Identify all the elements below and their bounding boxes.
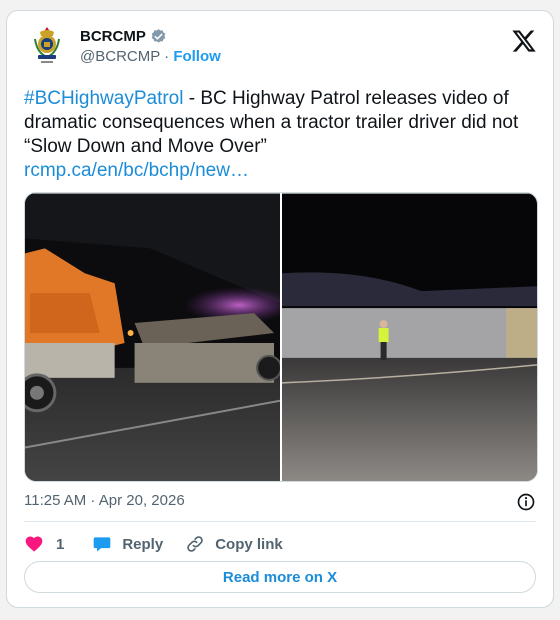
hashtag-link[interactable]: #BCHighwayPatrol [24, 88, 183, 109]
like-count: 1 [56, 535, 65, 553]
tweet-text: #BCHighwayPatrol - BC Highway Patrol rel… [24, 87, 539, 183]
tweet-media[interactable] [24, 192, 538, 482]
reply-label: Reply [122, 535, 164, 553]
action-bar: 1 Reply Copy link [24, 531, 283, 557]
info-icon[interactable] [516, 492, 536, 512]
copy-link-label: Copy link [215, 535, 283, 553]
read-more-button[interactable]: Read more on X [24, 561, 536, 593]
author-handle[interactable]: @BCRCMP [80, 48, 160, 65]
copy-link-icon [187, 536, 203, 552]
reply-icon [94, 537, 111, 552]
rcmp-crest-icon[interactable] [29, 25, 65, 65]
follow-button[interactable]: Follow [173, 48, 221, 65]
handle-separator: · [159, 48, 174, 65]
crash-photo-truck[interactable] [25, 193, 280, 482]
divider [24, 521, 536, 522]
author-display-name[interactable]: BCRCMP [80, 28, 146, 45]
article-link[interactable]: rcmp.ca/en/bc/bchp/new… [24, 160, 249, 181]
copy-link-button[interactable]: Copy link [185, 534, 283, 554]
reply-button[interactable]: Reply [92, 534, 163, 554]
read-more-label: Read more on X [222, 568, 338, 586]
tweet-timestamp[interactable]: 11:25 AM · Apr 20, 2026 [24, 492, 185, 509]
verified-badge-icon [151, 29, 166, 43]
x-logo-icon[interactable] [511, 28, 537, 54]
tweet-card: BCRCMP @BCRCMP · Follow #BCHighwayPatrol… [6, 10, 554, 608]
timestamp-row: 11:25 AM · Apr 20, 2026 [24, 492, 536, 512]
tweet-header: BCRCMP @BCRCMP · Follow [23, 25, 537, 71]
crash-photo-barrier[interactable] [282, 193, 537, 482]
heart-icon [25, 536, 43, 552]
like-button[interactable]: 1 [24, 534, 64, 554]
